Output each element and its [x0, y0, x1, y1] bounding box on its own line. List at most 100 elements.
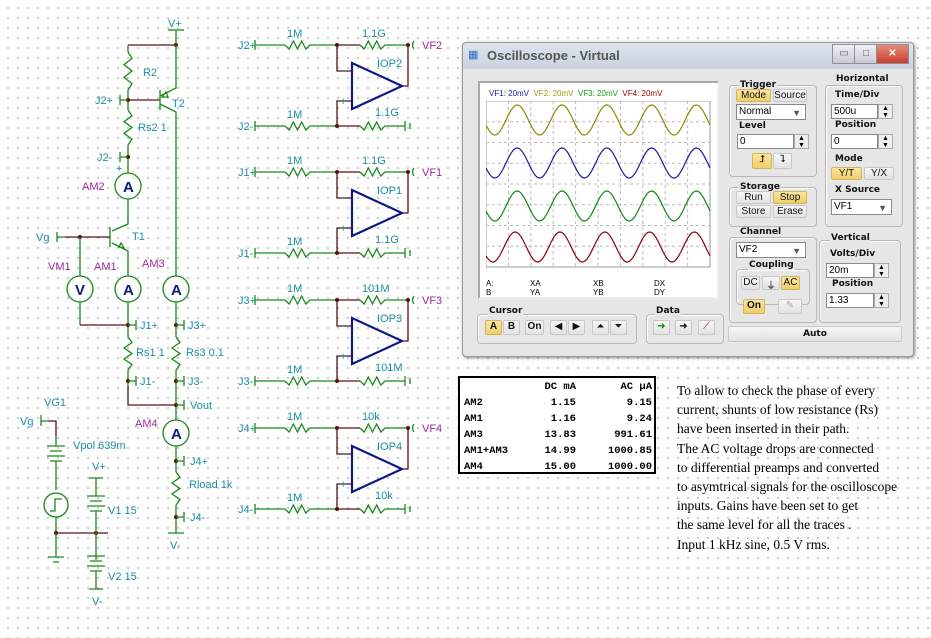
- table-cell: 1000.00: [607, 461, 652, 473]
- x-source-label: X Source: [834, 185, 882, 195]
- input-resistor: [284, 294, 311, 306]
- yt-mode-button[interactable]: Y/T: [831, 167, 862, 180]
- j2p-label: J2+: [95, 95, 113, 107]
- table-cell: AM1+AM3: [464, 445, 509, 457]
- channel-on-button[interactable]: On: [743, 299, 765, 314]
- h-position-input[interactable]: 0: [831, 134, 878, 149]
- input-resistor: [284, 375, 311, 387]
- label: IOP2: [377, 58, 402, 70]
- volts-div-input[interactable]: 20m: [826, 263, 874, 278]
- svg-text:A: A: [171, 282, 182, 299]
- channel-title: Channel: [739, 227, 783, 237]
- v2-label: V2 15: [108, 571, 137, 583]
- auto-button[interactable]: Auto: [728, 326, 902, 342]
- ground-icon: [48, 533, 64, 563]
- am3-label: AM3: [142, 258, 165, 270]
- title-bar[interactable]: ▦ Oscilloscope - Virtual ▭ □ ✕: [463, 43, 913, 69]
- label: 1M: [287, 364, 302, 376]
- cursor-right-icon[interactable]: ▶: [568, 320, 585, 335]
- h-position-spinner[interactable]: ▲ ▼: [878, 134, 893, 149]
- cursor-up-icon[interactable]: ⏶: [592, 320, 609, 335]
- rs1-label: Rs1 1: [136, 347, 165, 359]
- store-button[interactable]: Store: [736, 205, 771, 218]
- dc-coupling-button[interactable]: DC: [741, 276, 760, 290]
- level-spinner[interactable]: ▲ ▼: [794, 134, 809, 149]
- preamp-circuits: J2+ J2- 1M 1M 1.1G 1.1G IOP2 VF2 − + J1+ J1- 1M 1M 1.1…: [238, 28, 442, 516]
- input-resistor: [284, 39, 311, 51]
- label: J1+: [238, 167, 256, 179]
- v-position-spinner[interactable]: ▲ ▼: [874, 293, 889, 308]
- x-source-select[interactable]: VF1: [831, 199, 892, 215]
- label: J2-: [238, 121, 254, 133]
- table-row: AM1+AM3 14.99 1000.85: [462, 443, 654, 459]
- maximize-button[interactable]: □: [854, 44, 878, 64]
- cursor-b-button[interactable]: B: [503, 320, 520, 335]
- rs2-label: Rs2 1: [138, 122, 167, 134]
- stop-button[interactable]: Stop: [773, 191, 807, 204]
- v-position-input[interactable]: 1.33: [826, 293, 874, 308]
- svg-text:+: +: [340, 96, 346, 108]
- input-resistor: [284, 166, 311, 178]
- input-resistor: [284, 422, 311, 434]
- import-data-icon[interactable]: ➜: [653, 320, 670, 335]
- export-data-icon[interactable]: ➜: [675, 320, 692, 335]
- probe-icon[interactable]: ✎: [778, 299, 802, 314]
- run-button[interactable]: Run: [736, 191, 771, 204]
- label: J2+: [238, 40, 256, 52]
- vplus-label: V+: [168, 18, 182, 30]
- time-div-input[interactable]: 500u: [831, 104, 878, 119]
- level-input[interactable]: 0: [737, 134, 794, 149]
- level-label: Level: [738, 121, 767, 131]
- waveform-plot[interactable]: [486, 101, 712, 269]
- cursor-left-icon[interactable]: ◀: [550, 320, 567, 335]
- input-resistor: [284, 247, 311, 259]
- vg-source-label: Vg: [20, 416, 33, 428]
- curve-icon[interactable]: ⟋: [698, 320, 715, 335]
- ground-coupling-button[interactable]: ⏚: [762, 276, 780, 292]
- description-text: To allow to check the phase of every curr…: [677, 381, 897, 554]
- svg-text:V: V: [75, 282, 85, 299]
- svg-text:A: A: [171, 426, 182, 443]
- am1-label: AM1: [94, 261, 117, 273]
- ground-resistor: [359, 120, 386, 132]
- feedback-resistor: [359, 166, 386, 178]
- t1-label: T1: [132, 231, 145, 243]
- cursor-a-button[interactable]: A: [485, 320, 502, 335]
- trigger-mode-button[interactable]: Mode: [736, 89, 771, 102]
- column-header: [462, 379, 524, 395]
- ac-coupling-button[interactable]: AC: [781, 276, 800, 290]
- note-line: to asymtrical signals for the oscillosco…: [677, 479, 898, 495]
- erase-button[interactable]: Erase: [773, 205, 807, 218]
- trigger-mode-select[interactable]: Normal: [736, 104, 806, 120]
- vm1-voltmeter: V: [66, 275, 94, 303]
- j4m-label: J4-: [190, 512, 206, 524]
- channel-select[interactable]: VF2: [736, 242, 806, 258]
- table-cell: 15.00: [544, 461, 576, 473]
- falling-edge-button[interactable]: ⮧: [773, 153, 792, 169]
- label: J3-: [238, 376, 254, 388]
- table-cell: 9.15: [626, 397, 652, 409]
- cursor-on-button[interactable]: On: [525, 320, 544, 335]
- time-div-spinner[interactable]: ▲ ▼: [878, 104, 893, 119]
- note-line: to differential preamps and converted: [677, 459, 880, 475]
- rs2-resistor: [122, 109, 134, 146]
- preamp-iop1: J1+ J1- 1M 1M 1.1G 1.1G IOP1 VF1 − +: [238, 155, 442, 260]
- preamp-iop4: J4+ J4- 1M 1M 10k 10k IOP4 VF4 − +: [238, 411, 442, 516]
- yx-mode-button[interactable]: Y/X: [864, 167, 894, 180]
- minimize-button[interactable]: ▭: [832, 44, 856, 64]
- note-line: The AC voltage drops are connected: [677, 440, 874, 456]
- vg1-label: VG1: [44, 397, 66, 409]
- trigger-source-button[interactable]: Source: [773, 89, 807, 102]
- rising-edge-button[interactable]: ⮥: [752, 153, 772, 169]
- cursor-down-icon[interactable]: ⏷: [610, 320, 627, 335]
- svg-text:−: −: [340, 66, 346, 78]
- label: J4+: [238, 423, 256, 435]
- note-line: Input 1 kHz sine, 0.5 V rms.: [677, 536, 830, 552]
- preamp-iop3: J3+ J3- 1M 1M 101M 101M IOP3 VF3 − +: [238, 283, 442, 388]
- close-button[interactable]: ✕: [876, 44, 909, 64]
- h-position-label: Position: [834, 120, 878, 130]
- input-resistor: [284, 503, 311, 515]
- r2-label: R2: [143, 67, 157, 79]
- label: 1M: [287, 28, 302, 40]
- volts-div-spinner[interactable]: ▲ ▼: [874, 263, 889, 278]
